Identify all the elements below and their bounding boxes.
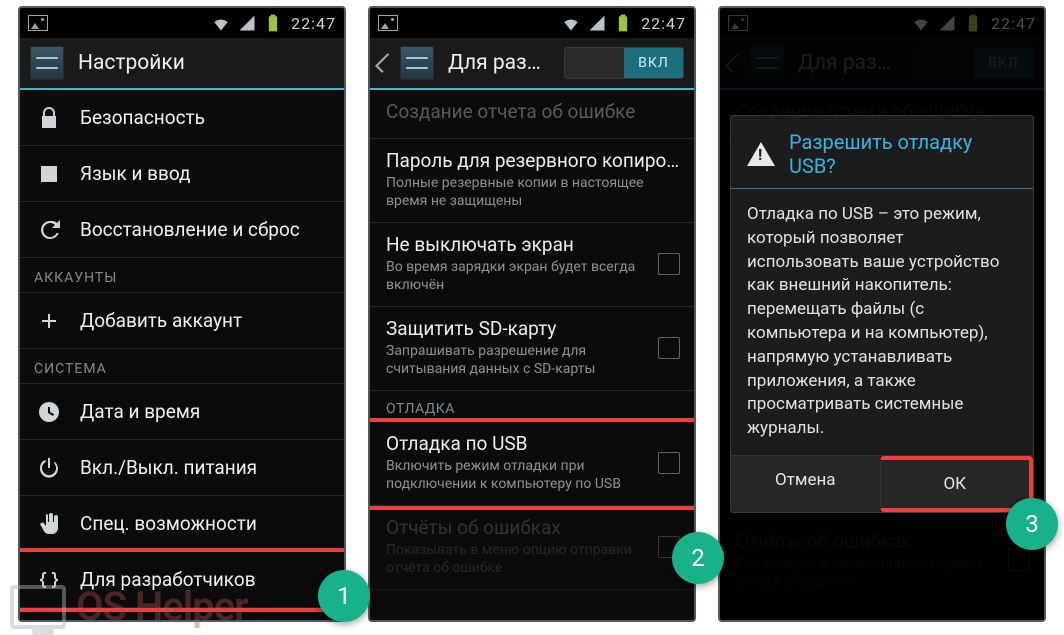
signal-icon [587, 13, 607, 33]
developer-options-list[interactable]: Создание отчета об ошибке Пароль для рез… [370, 90, 694, 620]
braces-icon [37, 568, 61, 592]
row-subtitle: Включить режим отладки при подключении к… [386, 458, 648, 493]
row-backup-reset[interactable]: Восстановление и сброс [20, 202, 344, 258]
status-time: 22:47 [291, 14, 336, 33]
phone-3-usb-dialog: 22:47 Для разраб… ВКЛ Создание отчета об… [718, 6, 1046, 622]
row-protect-sd[interactable]: Защитить SD-карту Запрашивать разрешение… [370, 307, 694, 391]
highlight-developer-options: Для разработчиков [20, 548, 344, 612]
lock-icon [37, 106, 61, 130]
row-label: Восстановление и сброс [80, 218, 330, 241]
row-title: Пароль для резервного копирования [386, 149, 680, 172]
row-title: Защитить SD-карту [386, 317, 648, 340]
back-icon[interactable] [375, 53, 395, 73]
titlebar-developer[interactable]: Для разраб… ВКЛ [370, 38, 694, 90]
row-label: Добавить аккаунт [80, 309, 330, 332]
step-badge-2: 2 [672, 532, 724, 584]
row-power-schedule[interactable]: Вкл./Выкл. питания [20, 440, 344, 496]
page-title: Для разраб… [448, 51, 550, 75]
plus-icon [37, 309, 61, 333]
row-subtitle: Полные резервные копии в настоящее время… [386, 175, 680, 210]
ok-button[interactable]: ОК [880, 456, 1034, 512]
row-usb-debugging[interactable]: Отладка по USB Включить режим отладки пр… [370, 422, 694, 506]
row-bugreport[interactable]: Создание отчета об ошибке [370, 90, 694, 139]
row-accessibility[interactable]: Спец. возможности [20, 496, 344, 552]
category-accounts: АККАУНТЫ [20, 258, 344, 293]
row-about-phone[interactable]: О телефоне [20, 608, 344, 620]
row-add-account[interactable]: Добавить аккаунт [20, 293, 344, 349]
row-security[interactable]: Безопасность [20, 90, 344, 146]
screenshot-icon [378, 15, 398, 31]
checkbox[interactable] [658, 452, 680, 474]
row-stay-awake[interactable]: Не выключать экран Во время зарядки экра… [370, 223, 694, 307]
titlebar-settings: Настройки [20, 38, 344, 90]
row-label: Для разработчиков [80, 568, 330, 591]
power-icon [37, 456, 61, 480]
row-title: Не выключать экран [386, 233, 648, 256]
cancel-button[interactable]: Отмена [731, 456, 880, 512]
battery-icon [263, 13, 283, 33]
dialog-overlay: Разрешить отладку USB? Отладка по USB – … [720, 8, 1044, 620]
row-title: Отладка по USB [386, 432, 648, 455]
row-backup-password[interactable]: Пароль для резервного копирования Полные… [370, 139, 694, 223]
row-bugreports-menu[interactable]: Отчёты об ошибках Показывать в меню опци… [370, 506, 694, 590]
dialog-buttons: Отмена ОК [731, 455, 1033, 512]
category-system: СИСТЕМА [20, 349, 344, 384]
status-time: 22:47 [641, 14, 686, 33]
restore-icon [37, 218, 61, 242]
row-title: Создание отчета об ошибке [386, 100, 680, 123]
wifi-icon [211, 13, 231, 33]
settings-app-icon [400, 46, 434, 80]
dialog-title: Разрешить отладку USB? [789, 130, 1017, 178]
step-badge-1: 1 [318, 570, 370, 622]
toggle-on: ВКЛ [624, 48, 683, 78]
settings-list[interactable]: Безопасность Язык и ввод Восстановление … [20, 90, 344, 620]
checkbox[interactable] [658, 253, 680, 275]
wifi-icon [561, 13, 581, 33]
checkbox[interactable] [658, 337, 680, 359]
row-label: Дата и время [80, 400, 330, 423]
settings-app-icon [30, 46, 64, 80]
row-label: Спец. возможности [80, 512, 330, 535]
signal-icon [237, 13, 257, 33]
row-language-input[interactable]: Язык и ввод [20, 146, 344, 202]
row-title: Отчёты об ошибках [386, 516, 648, 539]
step-badge-3: 3 [1006, 498, 1058, 550]
usb-debug-dialog: Разрешить отладку USB? Отладка по USB – … [730, 115, 1034, 513]
page-title: Настройки [78, 51, 334, 75]
developer-toggle[interactable]: ВКЛ [564, 47, 684, 79]
dialog-body: Отладка по USB – это режим, который позв… [731, 189, 1033, 455]
toggle-off [565, 48, 624, 78]
row-date-time[interactable]: Дата и время [20, 384, 344, 440]
row-label: Язык и ввод [80, 162, 330, 185]
status-bar: 22:47 [20, 8, 344, 38]
row-subtitle: Во время зарядки экран будет всегда вклю… [386, 259, 648, 294]
screenshot-icon [28, 15, 48, 31]
battery-icon [613, 13, 633, 33]
row-developer-options[interactable]: Для разработчиков [20, 552, 344, 608]
row-subtitle: Показывать в меню опцию отправки отчёта … [386, 542, 648, 577]
warning-icon [747, 142, 775, 166]
row-label: Вкл./Выкл. питания [80, 456, 330, 479]
phone-1-settings: 22:47 Настройки Безопасность Язык и ввод… [18, 6, 346, 622]
phone-2-developer-options: 22:47 Для разраб… ВКЛ Создание отчета об… [368, 6, 696, 622]
row-label: Безопасность [80, 106, 330, 129]
language-icon [37, 162, 61, 186]
status-bar: 22:47 [370, 8, 694, 38]
row-subtitle: Запрашивать разрешение для считывания да… [386, 343, 648, 378]
dialog-header: Разрешить отладку USB? [731, 116, 1033, 189]
clock-icon [37, 400, 61, 424]
hand-icon [37, 512, 61, 536]
highlight-usb-debugging: Отладка по USB Включить режим отладки пр… [370, 418, 694, 510]
